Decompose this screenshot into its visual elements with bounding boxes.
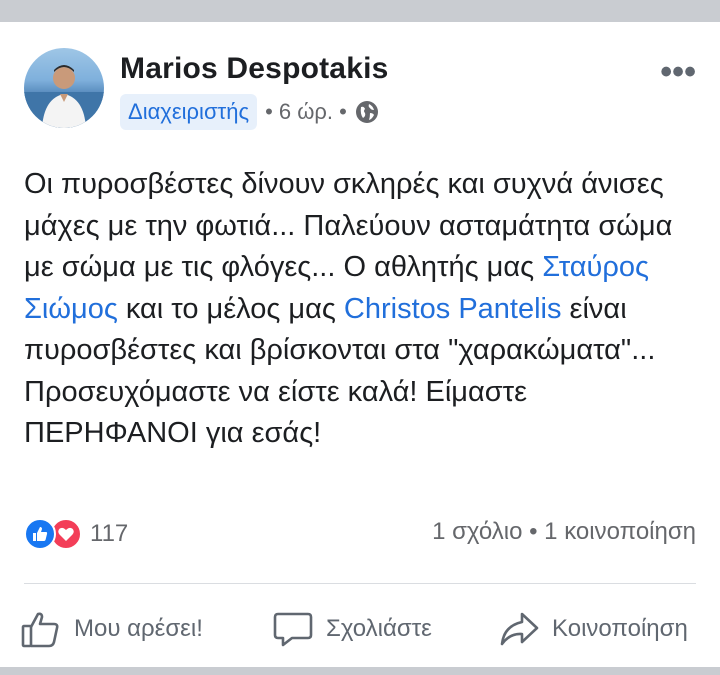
comment-label: Σχολιάστε bbox=[326, 615, 432, 642]
admin-badge[interactable]: Διαχειριστής bbox=[120, 94, 258, 130]
comment-button[interactable]: Σχολιάστε bbox=[272, 604, 432, 654]
reaction-count: 117 bbox=[90, 520, 129, 547]
post-meta: Διαχειριστής • 6 ώρ. • bbox=[120, 94, 379, 130]
action-bar: Μου αρέσει! Σχολιάστε Κοινοποίηση bbox=[0, 604, 720, 654]
share-label: Κοινοποίηση bbox=[552, 615, 688, 642]
like-label: Μου αρέσει! bbox=[74, 615, 203, 642]
feed-separator bbox=[0, 667, 720, 675]
thumbs-up-icon bbox=[21, 612, 59, 648]
post-text-part-2: και το μέλος μας bbox=[117, 292, 344, 325]
comment-icon bbox=[273, 612, 313, 647]
globe-icon bbox=[355, 101, 378, 123]
share-icon bbox=[500, 612, 539, 646]
reactions-summary[interactable]: 117 bbox=[24, 514, 128, 554]
divider bbox=[24, 583, 696, 584]
post-time[interactable]: • 6 ώρ. • bbox=[265, 99, 347, 125]
post-text: Οι πυροσβέστες δίνουν σκληρές και συχνά … bbox=[24, 164, 704, 455]
avatar[interactable] bbox=[24, 48, 104, 128]
more-icon[interactable]: ••• bbox=[660, 55, 696, 89]
like-button[interactable]: Μου αρέσει! bbox=[20, 604, 203, 654]
mention-christos[interactable]: Christos Pantelis bbox=[344, 293, 562, 325]
share-button[interactable]: Κοινοποίηση bbox=[498, 604, 688, 654]
post-header: Marios Despotakis Διαχειριστής • 6 ώρ. •… bbox=[24, 48, 720, 130]
like-icon bbox=[24, 518, 56, 550]
comment-share-counts[interactable]: 1 σχόλιο • 1 κοινοποίηση bbox=[432, 518, 696, 546]
author-name[interactable]: Marios Despotakis bbox=[120, 52, 389, 86]
post-card: Marios Despotakis Διαχειριστής • 6 ώρ. •… bbox=[0, 22, 720, 667]
